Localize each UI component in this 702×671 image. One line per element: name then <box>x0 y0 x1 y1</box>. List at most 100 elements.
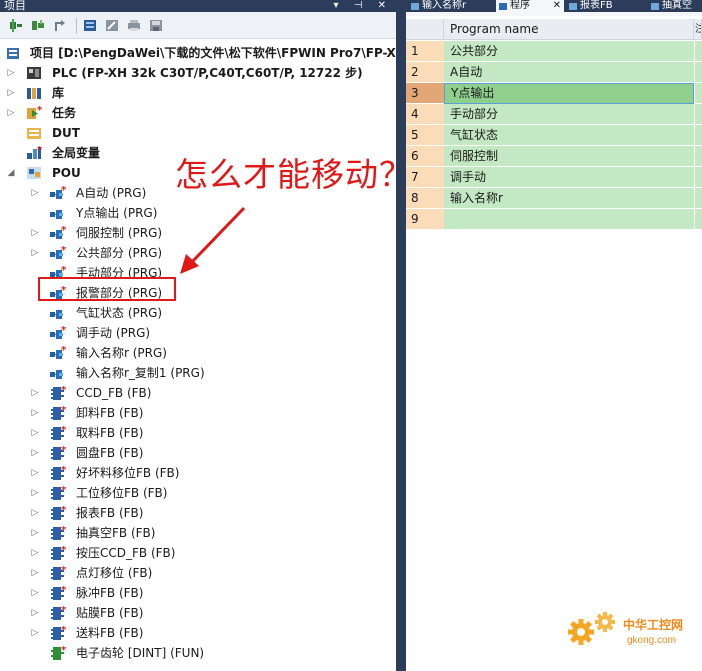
add-item-icon[interactable] <box>8 18 24 33</box>
tree-item-lib[interactable]: ▷ 库 <box>0 83 396 103</box>
row-number[interactable]: 5 <box>406 125 444 146</box>
expand-toggle-icon[interactable]: ▷ <box>30 603 40 623</box>
row-number[interactable]: 6 <box>406 146 444 167</box>
tree-item-p4[interactable]: ▷ * 公共部分 (PRG) <box>0 243 396 263</box>
program-name-cell[interactable]: 公共部分 <box>444 41 694 62</box>
comment-cell[interactable] <box>694 83 702 104</box>
row-number[interactable]: 8 <box>406 188 444 209</box>
function-block-icon: * <box>50 385 66 400</box>
pane-splitter[interactable] <box>396 0 406 671</box>
program-name-cell[interactable]: Y点输出 <box>444 83 694 104</box>
row-number[interactable]: 3 <box>406 83 444 104</box>
grid-header-program-name[interactable]: Program name <box>444 19 694 40</box>
tree-item-p3[interactable]: ▷ * 伺服控制 (PRG) <box>0 223 396 243</box>
expand-toggle-icon[interactable]: ◢ <box>6 163 16 183</box>
tree-item-plc[interactable]: ▷ PLC (FP-XH 32k C30T/P,C40T,C60T/P, 1272… <box>0 63 396 83</box>
tree-item-f3[interactable]: ▷ * 取料FB (FB) <box>0 423 396 443</box>
program-name-cell[interactable]: 调手动 <box>444 167 694 188</box>
expand-toggle-icon[interactable]: ▷ <box>30 543 40 563</box>
close-icon[interactable]: ✕ <box>553 0 561 12</box>
tree-item-f1[interactable]: ▷ * CCD_FB (FB) <box>0 383 396 403</box>
save-icon[interactable] <box>148 18 164 33</box>
grid-header-comment[interactable]: 注 <box>694 19 702 40</box>
expand-toggle-icon[interactable]: ▷ <box>30 183 40 203</box>
program-name-cell[interactable]: 输入名称r <box>444 188 694 209</box>
expand-toggle-icon[interactable]: ▷ <box>30 443 40 463</box>
tree-item-f6[interactable]: ▷ * 工位移位FB (FB) <box>0 483 396 503</box>
table-row[interactable]: 3 Y点输出 <box>406 83 702 104</box>
row-number[interactable]: 4 <box>406 104 444 125</box>
table-row[interactable]: 1 公共部分 <box>406 41 702 62</box>
expand-toggle-icon[interactable]: ▷ <box>30 243 40 263</box>
expand-toggle-icon[interactable]: ▷ <box>30 523 40 543</box>
comment-cell[interactable] <box>694 41 702 62</box>
expand-toggle-icon[interactable]: ▷ <box>6 103 16 123</box>
program-name-cell[interactable]: 伺服控制 <box>444 146 694 167</box>
table-row[interactable]: 2 A自动 <box>406 62 702 83</box>
comment-cell[interactable] <box>694 188 702 209</box>
tab-program[interactable]: 程序 ✕ <box>496 0 564 12</box>
comment-cell[interactable] <box>694 62 702 83</box>
tree-item-f4[interactable]: ▷ * 圆盘FB (FB) <box>0 443 396 463</box>
expand-toggle-icon[interactable]: ▷ <box>6 63 16 83</box>
expand-toggle-icon[interactable]: ▷ <box>30 623 40 643</box>
comment-cell[interactable] <box>694 167 702 188</box>
tree-item-fn1[interactable]: * 电子齿轮 [DINT] (FUN) <box>0 643 396 663</box>
tab-report-fb[interactable]: 报表FB <box>566 0 646 12</box>
expand-toggle-icon[interactable]: ▷ <box>30 563 40 583</box>
tree-item-p8[interactable]: * 调手动 (PRG) <box>0 323 396 343</box>
program-name-cell[interactable]: 手动部分 <box>444 104 694 125</box>
table-row[interactable]: 9 <box>406 209 702 230</box>
program-name-cell[interactable] <box>444 209 694 230</box>
tree-item-f5[interactable]: ▷ * 好坏料移位FB (FB) <box>0 463 396 483</box>
table-row[interactable]: 6 伺服控制 <box>406 146 702 167</box>
row-number[interactable]: 9 <box>406 209 444 230</box>
row-number[interactable]: 2 <box>406 62 444 83</box>
print-icon[interactable] <box>126 18 142 33</box>
tab-vacuum[interactable]: 抽真空 <box>648 0 702 12</box>
add-folder-icon[interactable] <box>30 18 46 33</box>
expand-toggle-icon[interactable]: ▷ <box>6 83 16 103</box>
table-row[interactable]: 5 气缸状态 <box>406 125 702 146</box>
table-row[interactable]: 4 手动部分 <box>406 104 702 125</box>
tree-item-f12[interactable]: ▷ * 贴膜FB (FB) <box>0 603 396 623</box>
tree-item-root[interactable]: 项目 [D:\PengDaWei\下载的文件\松下软件\FPWIN Pro7\F… <box>0 43 396 63</box>
expand-toggle-icon[interactable]: ▷ <box>30 383 40 403</box>
move-up-icon[interactable] <box>52 18 68 33</box>
tab-input-name[interactable]: 输入名称r <box>408 0 494 12</box>
row-number[interactable]: 7 <box>406 167 444 188</box>
tree-item-f10[interactable]: ▷ * 点灯移位 (FB) <box>0 563 396 583</box>
tree-item-p2[interactable]: Y点输出 (PRG) <box>0 203 396 223</box>
comment-cell[interactable] <box>694 104 702 125</box>
comment-cell[interactable] <box>694 125 702 146</box>
row-number[interactable]: 1 <box>406 41 444 62</box>
comment-cell[interactable] <box>694 146 702 167</box>
table-row[interactable]: 8 输入名称r <box>406 188 702 209</box>
expand-toggle-icon[interactable]: ▷ <box>30 483 40 503</box>
tree-item-p9[interactable]: * 输入名称r (PRG) <box>0 343 396 363</box>
expand-toggle-icon[interactable]: ▷ <box>30 423 40 443</box>
tree-item-p7[interactable]: 气缸状态 (PRG) <box>0 303 396 323</box>
library-icon <box>26 86 42 100</box>
expand-toggle-icon[interactable]: ▷ <box>30 503 40 523</box>
expand-toggle-icon[interactable]: ▷ <box>30 223 40 243</box>
expand-toggle-icon[interactable]: ▷ <box>30 463 40 483</box>
edit-icon[interactable] <box>104 18 120 33</box>
table-row[interactable]: 7 调手动 <box>406 167 702 188</box>
new-doc-icon[interactable] <box>82 18 98 33</box>
program-name-cell[interactable]: 气缸状态 <box>444 125 694 146</box>
program-name-cell[interactable]: A自动 <box>444 62 694 83</box>
expand-toggle-icon[interactable]: ▷ <box>30 583 40 603</box>
tree-item-task[interactable]: ▷ * 任务 <box>0 103 396 123</box>
tree-item-f2[interactable]: ▷ * 卸料FB (FB) <box>0 403 396 423</box>
comment-cell[interactable] <box>694 209 702 230</box>
tree-item-f13[interactable]: ▷ * 送料FB (FB) <box>0 623 396 643</box>
tree-item-dut[interactable]: DUT <box>0 123 396 143</box>
tree-item-f7[interactable]: ▷ * 报表FB (FB) <box>0 503 396 523</box>
pane-window-buttons[interactable]: ▾ ⊣ ✕ <box>334 0 392 12</box>
expand-toggle-icon[interactable]: ▷ <box>30 403 40 423</box>
tree-item-f8[interactable]: ▷ * 抽真空FB (FB) <box>0 523 396 543</box>
tree-item-f9[interactable]: ▷ * 按压CCD_FB (FB) <box>0 543 396 563</box>
tree-item-f11[interactable]: ▷ * 脉冲FB (FB) <box>0 583 396 603</box>
tree-item-p10[interactable]: 输入名称r_复制1 (PRG) <box>0 363 396 383</box>
